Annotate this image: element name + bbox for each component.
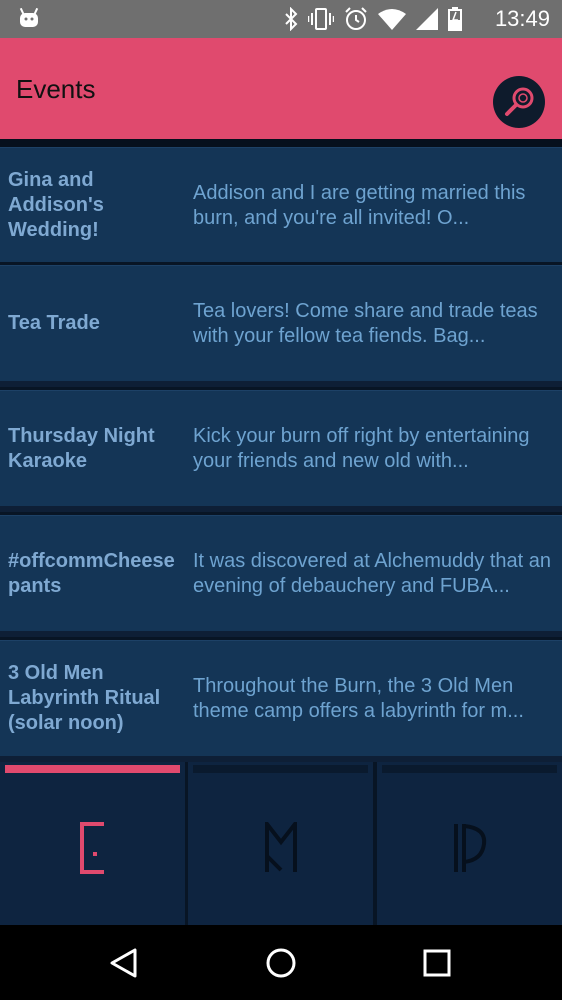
event-row[interactable]: #offcommCheese pants It was discovered a… — [0, 515, 562, 631]
event-name: Gina and Addison's Wedding! — [8, 169, 104, 241]
tab-selected-indicator — [5, 765, 180, 773]
event-row[interactable]: 3 Old Men Labyrinth Ritual (solar noon) … — [0, 640, 562, 756]
page-title: Events — [16, 74, 96, 104]
tab-people[interactable] — [377, 762, 562, 925]
tab-indicator — [193, 765, 368, 773]
signal-icon — [416, 8, 438, 30]
event-name: Thursday Night Karaoke — [8, 424, 155, 472]
bottom-tab-bar — [0, 762, 562, 925]
events-rune-icon — [79, 822, 104, 874]
event-description: Throughout the Burn, the 3 Old Men theme… — [193, 674, 524, 722]
event-description: It was discovered at Alchemuddy that an … — [193, 549, 551, 597]
event-row[interactable]: Tea Trade Tea lovers! Come share and tra… — [0, 265, 562, 381]
app-bar: Events — [0, 38, 562, 139]
event-description: Addison and I are getting married this b… — [193, 181, 526, 229]
tab-events[interactable] — [0, 762, 185, 925]
event-name: #offcommCheese pants — [8, 549, 175, 597]
bluetooth-icon — [285, 7, 298, 31]
event-row[interactable]: Gina and Addison's Wedding! Addison and … — [0, 147, 562, 263]
battery-charging-icon — [448, 7, 462, 31]
search-icon — [505, 87, 534, 116]
vibrate-icon — [308, 8, 334, 30]
home-button[interactable] — [263, 945, 299, 981]
android-icon — [19, 8, 39, 27]
tab-indicator — [382, 765, 557, 773]
app-bar-divider — [0, 139, 562, 147]
recents-button[interactable] — [419, 945, 455, 981]
back-icon — [110, 948, 137, 978]
event-name: 3 Old Men Labyrinth Ritual (solar noon) — [8, 662, 161, 734]
status-bar: 13:49 — [0, 0, 562, 38]
search-button[interactable] — [493, 76, 545, 128]
people-rune-icon — [453, 824, 486, 872]
event-name: Tea Trade — [8, 312, 100, 334]
home-icon — [266, 948, 296, 978]
alarm-icon — [345, 7, 367, 30]
system-nav-bar — [0, 925, 562, 1000]
tab-map[interactable] — [188, 762, 373, 925]
map-rune-icon — [264, 822, 297, 872]
recents-icon — [423, 949, 451, 977]
event-list: Gina and Addison's Wedding! Addison and … — [0, 147, 562, 762]
back-button[interactable] — [106, 945, 142, 981]
event-description: Kick your burn off right by entertaining… — [193, 424, 530, 472]
wifi-icon — [378, 9, 406, 30]
event-row[interactable]: Thursday Night Karaoke Kick your burn of… — [0, 390, 562, 506]
status-time: 13:49 — [494, 6, 550, 31]
event-description: Tea lovers! Come share and trade teas wi… — [193, 299, 538, 347]
